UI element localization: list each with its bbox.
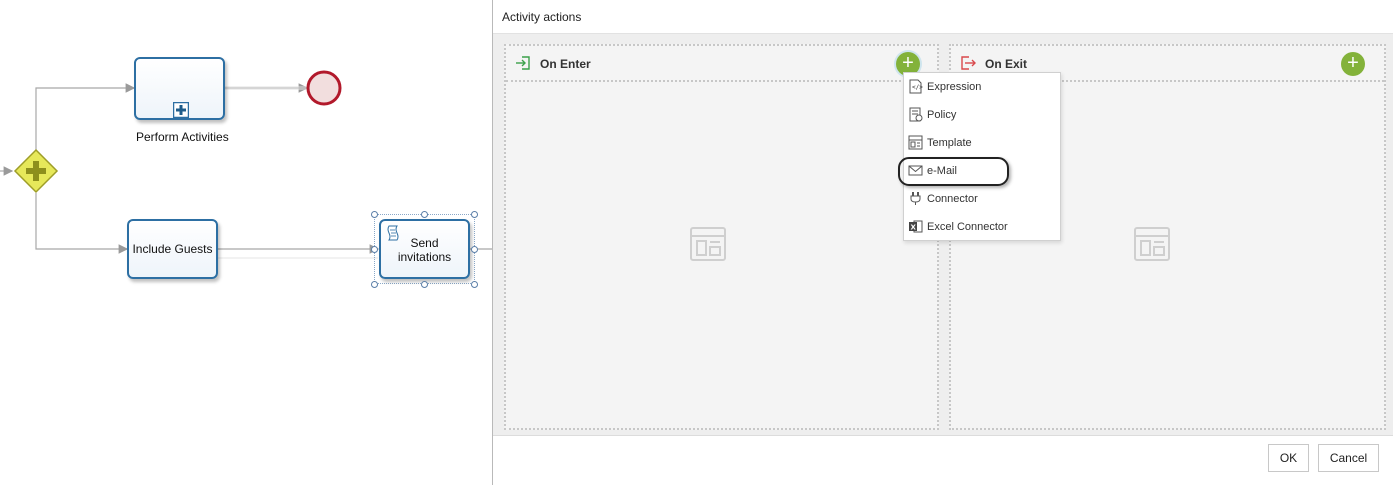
resize-handle-n[interactable] [421,211,428,218]
task-include-guests[interactable]: Include Guests [127,219,218,279]
end-event[interactable] [306,70,342,106]
dialog-title: Activity actions [502,10,582,24]
template-icon [908,135,923,150]
menu-item-connector[interactable]: Connector [904,187,1060,211]
flow-gateway-to-include-guests [35,193,129,254]
on-enter-title: On Enter [540,57,591,71]
empty-actions-placeholder-icon [1134,227,1170,261]
menu-item-label: Connector [927,193,978,205]
ok-button[interactable]: OK [1268,444,1309,472]
excel-icon: X [909,220,923,233]
resize-handle-e[interactable] [471,246,478,253]
svg-text:</>: </> [912,84,923,91]
menu-item-template[interactable]: Template [904,131,1060,155]
perform-activities-subprocess[interactable] [134,57,225,120]
resize-handle-sw[interactable] [371,281,378,288]
policy-icon [909,107,923,122]
script-task-icon [387,225,399,241]
menu-item-excel-connector[interactable]: X Excel Connector [904,215,1060,239]
menu-item-label: Template [927,137,972,149]
cancel-button[interactable]: Cancel [1318,444,1379,472]
exit-icon [961,56,976,70]
subprocess-caption: Perform Activities [136,130,229,144]
resize-handle-ne[interactable] [471,211,478,218]
task-label: Include Guests [132,242,213,256]
menu-item-label: Policy [927,109,957,121]
resize-handle-nw[interactable] [371,211,378,218]
mail-icon [908,165,923,176]
task-send-invitations[interactable]: Send invitations [379,219,470,279]
add-action-menu: </> Expression Policy Template e-Mail Co… [903,72,1061,241]
flow-gateway-to-subprocess [35,83,136,150]
menu-item-expression[interactable]: </> Expression [904,75,1060,99]
resize-handle-s[interactable] [421,281,428,288]
on-exit-title: On Exit [985,57,1028,71]
menu-item-policy[interactable]: Policy [904,103,1060,127]
process-diagram-canvas[interactable]: Perform Activities Include Guests Send i… [0,0,492,485]
menu-item-label: Expression [927,81,982,93]
empty-actions-placeholder-icon [690,227,726,261]
collapsed-subprocess-icon [173,102,189,118]
on-enter-header: On Enter + [506,46,937,82]
on-enter-panel: On Enter + [504,44,939,430]
menu-item-email[interactable]: e-Mail [904,159,1060,183]
expression-icon: </> [909,79,923,94]
resize-handle-se[interactable] [471,281,478,288]
task-label: Send invitations [397,236,452,264]
parallel-gateway[interactable] [13,148,59,194]
menu-item-label: e-Mail [927,165,957,177]
connector-icon [910,192,921,205]
on-exit-add-button[interactable]: + [1341,52,1365,76]
resize-handle-w[interactable] [371,246,378,253]
menu-item-label: Excel Connector [927,221,1008,233]
svg-text:X: X [911,224,917,232]
enter-icon [516,56,530,70]
